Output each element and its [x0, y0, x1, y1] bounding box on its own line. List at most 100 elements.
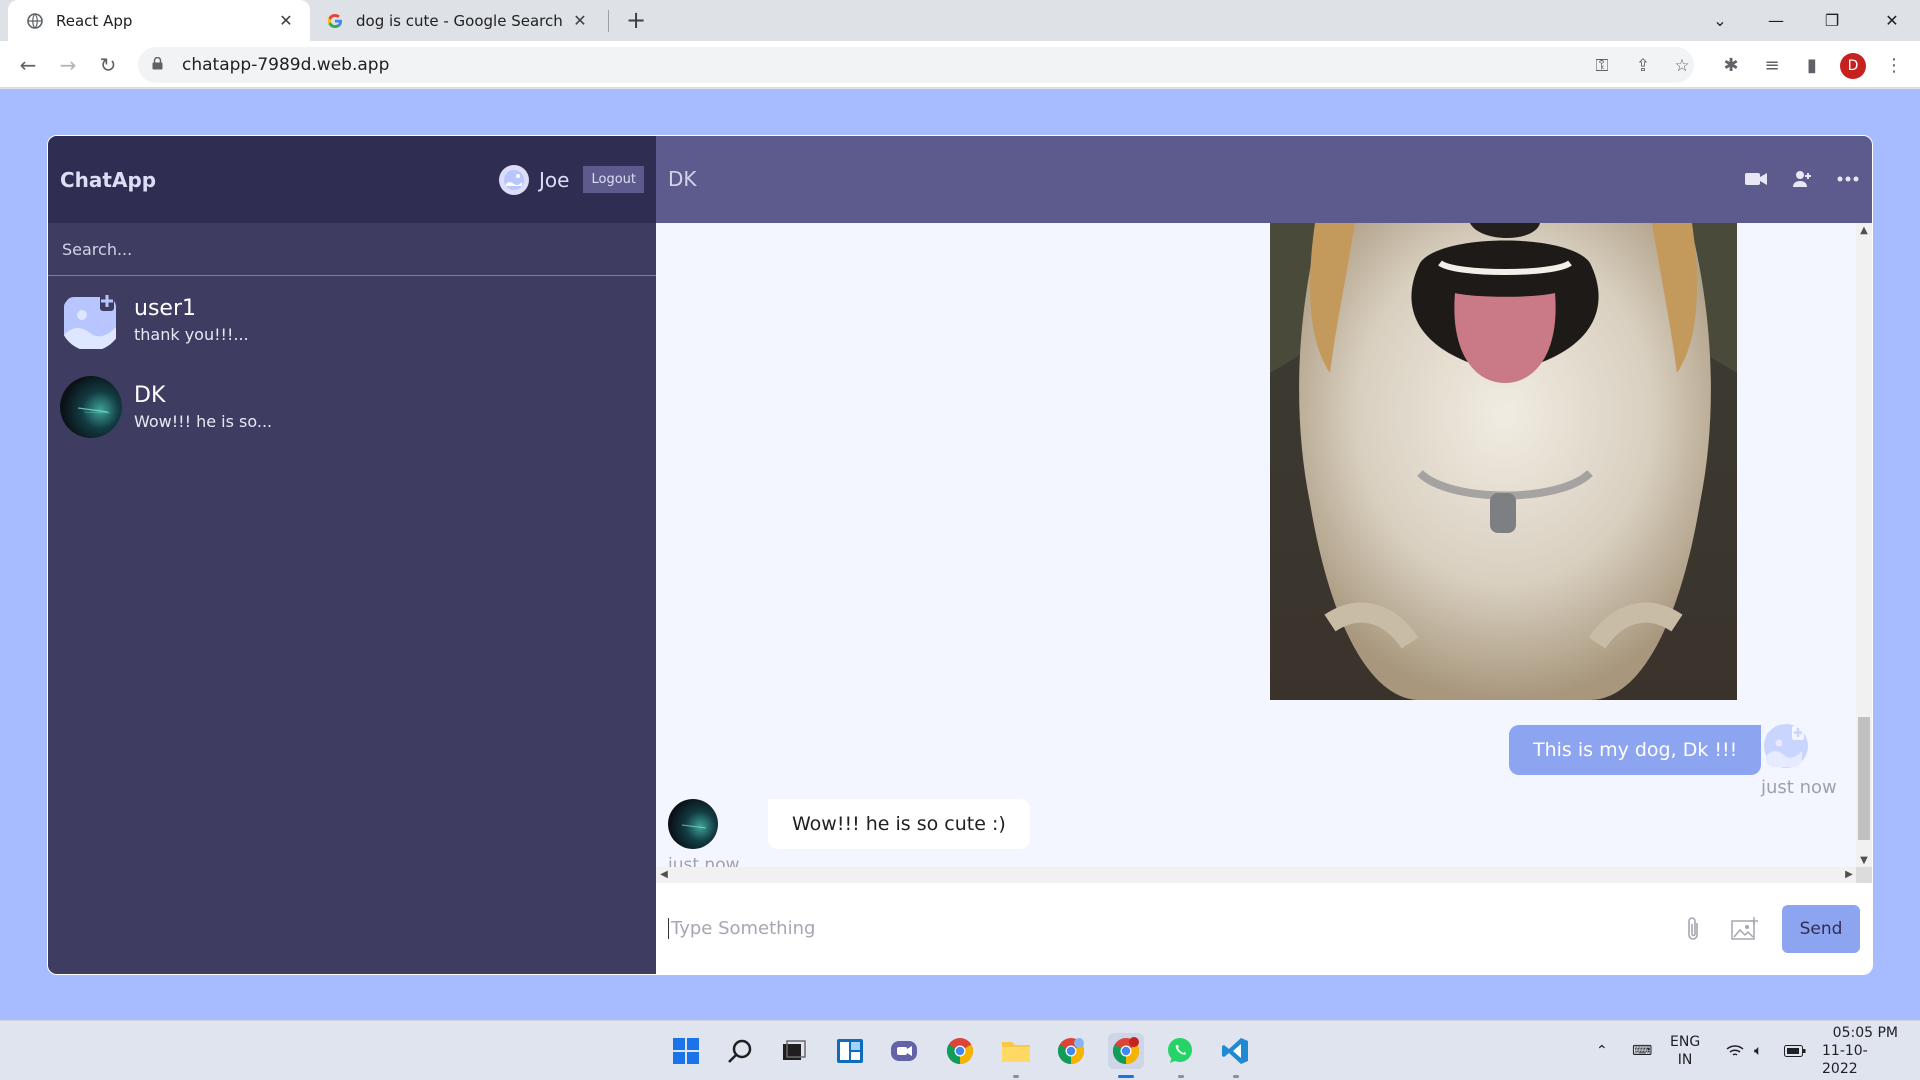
windows-taskbar: ⌃ ⌨ ENG IN 🔈︎ 05:05 PM 11-10-2022 [0, 1020, 1920, 1080]
tab-google-search[interactable]: dog is cute - Google Search ✕ [312, 0, 604, 41]
current-user: Joe Logout [499, 164, 644, 195]
horizontal-scrollbar[interactable]: ◀ ▶ [656, 867, 1857, 884]
clock[interactable]: 05:05 PM 11-10-2022 [1822, 1021, 1898, 1080]
more-icon[interactable] [1836, 167, 1860, 191]
chat-panel: DK This is my dog, Dk !!! just now just … [656, 136, 1872, 974]
teams-chat-icon[interactable] [886, 1033, 922, 1069]
scrollbar-corner [1856, 867, 1872, 884]
avatar [1764, 723, 1808, 768]
minimize-button[interactable]: — [1748, 0, 1804, 41]
active-indicator [1118, 1075, 1134, 1078]
message-bubble-other: Wow!!! he is so cute :) [768, 798, 1030, 849]
page-background: ChatApp Joe Logout Search... user1 thank… [0, 89, 1920, 1020]
chat-list-item[interactable]: user1 thank you!!!... [48, 276, 656, 363]
close-tab-icon[interactable]: ✕ [276, 11, 296, 30]
language-indicator[interactable]: ENG IN [1670, 1021, 1700, 1080]
chat-header-name: DK [668, 167, 697, 192]
scroll-up-icon[interactable]: ▲ [1856, 223, 1872, 239]
scrollbar-thumb[interactable] [1858, 716, 1870, 840]
clock-time: 05:05 PM [1832, 1025, 1898, 1041]
show-hidden-icons[interactable]: ⌃ [1596, 1021, 1608, 1080]
add-user-icon[interactable] [1790, 167, 1814, 191]
tab-react-app[interactable]: React App ✕ [8, 0, 310, 41]
message-image[interactable] [1270, 222, 1737, 700]
chat-name: DK [134, 382, 166, 408]
chrome-icon[interactable] [942, 1033, 978, 1069]
avatar [499, 164, 530, 195]
language-text: ENG [1670, 1034, 1701, 1050]
chat-name: user1 [134, 295, 196, 321]
tab-title: dog is cute - Google Search [356, 11, 563, 30]
reload-icon[interactable]: ↻ [92, 49, 124, 81]
running-indicator [1178, 1075, 1184, 1078]
globe-icon [26, 12, 44, 30]
key-icon[interactable]: ⚿ [1591, 55, 1613, 77]
forward-icon[interactable]: → [52, 49, 84, 81]
image-upload-icon[interactable] [1730, 914, 1760, 944]
message-input-bar: Send [656, 883, 1872, 974]
current-user-name: Joe [539, 167, 570, 192]
address-bar[interactable]: chatapp-7989d.web.app [138, 47, 1694, 83]
avatar [668, 798, 718, 849]
back-icon[interactable]: ← [12, 49, 44, 81]
send-area: Send [1678, 904, 1860, 953]
message-input[interactable] [668, 918, 1678, 940]
whatsapp-icon[interactable] [1162, 1033, 1198, 1069]
tab-search-icon[interactable]: ⌄ [1692, 0, 1748, 41]
chat-list-item[interactable]: DK Wow!!! he is so... [48, 363, 656, 450]
message-bubble-owner: This is my dog, Dk !!! [1509, 724, 1762, 775]
battery-icon[interactable] [1784, 1021, 1806, 1080]
logout-button[interactable]: Logout [583, 166, 644, 193]
file-explorer-icon[interactable] [998, 1033, 1034, 1069]
chat-last-message: thank you!!!... [134, 324, 249, 344]
running-indicator [1013, 1075, 1019, 1078]
chrome-profile-icon[interactable] [1053, 1033, 1089, 1069]
message-time: just now [1761, 776, 1837, 798]
side-panel-icon[interactable]: ▮ [1800, 53, 1824, 77]
windows-start-icon[interactable] [668, 1033, 704, 1069]
chat-info: user1 thank you!!!... [134, 296, 249, 344]
url-text: chatapp-7989d.web.app [182, 55, 390, 75]
chat-header-icons [1744, 167, 1860, 191]
clock-date: 11-10-2022 [1822, 1043, 1868, 1077]
attach-icon[interactable] [1678, 914, 1708, 944]
search-box[interactable]: Search... [48, 223, 656, 276]
wifi-icon[interactable] [1726, 1021, 1744, 1080]
vertical-scrollbar[interactable]: ▲ ▼ [1856, 222, 1872, 869]
lock-icon [152, 56, 168, 74]
extensions-icon[interactable]: ✱ [1719, 53, 1743, 77]
scroll-right-icon[interactable]: ▶ [1841, 867, 1857, 883]
media-icon[interactable]: ≡ [1760, 53, 1784, 77]
region-text: IN [1677, 1052, 1693, 1068]
restore-button[interactable]: ❐ [1804, 0, 1860, 41]
avatar [60, 288, 122, 351]
messages-area[interactable]: This is my dog, Dk !!! just now just now… [656, 222, 1872, 884]
video-camera-icon[interactable] [1744, 167, 1768, 191]
volume-icon[interactable]: 🔈︎ [1754, 1021, 1762, 1080]
app-logo: ChatApp [60, 167, 157, 192]
close-window-button[interactable]: ✕ [1864, 0, 1920, 41]
search-icon[interactable] [722, 1033, 758, 1069]
search-input[interactable]: Search... [62, 240, 132, 259]
scroll-left-icon[interactable]: ◀ [656, 867, 672, 883]
chat-info: DK Wow!!! he is so... [134, 383, 272, 431]
keyboard-icon[interactable]: ⌨ [1632, 1021, 1652, 1080]
tab-separator [608, 10, 609, 32]
close-tab-icon[interactable]: ✕ [570, 11, 590, 30]
avatar [60, 375, 122, 438]
chat-header: DK [656, 136, 1872, 223]
chat-app-container: ChatApp Joe Logout Search... user1 thank… [47, 135, 1873, 975]
widgets-icon[interactable] [832, 1033, 868, 1069]
browser-toolbar: ← → ↻ chatapp-7989d.web.app ⚿ ⇪ ☆ ✱ ≡ ▮ … [0, 41, 1920, 88]
chat-last-message: Wow!!! he is so... [134, 411, 273, 431]
new-tab-button[interactable]: + [622, 6, 650, 34]
profile-avatar[interactable]: D [1840, 53, 1866, 79]
send-button[interactable]: Send [1782, 904, 1860, 953]
star-icon[interactable]: ☆ [1671, 55, 1693, 77]
vscode-icon[interactable] [1217, 1033, 1253, 1069]
chrome-active-icon[interactable] [1108, 1033, 1144, 1069]
menu-kebab-icon[interactable]: ⋮ [1882, 53, 1906, 77]
share-icon[interactable]: ⇪ [1632, 55, 1654, 77]
sidebar-navbar: ChatApp Joe Logout [48, 136, 656, 223]
task-view-icon[interactable] [776, 1033, 812, 1069]
